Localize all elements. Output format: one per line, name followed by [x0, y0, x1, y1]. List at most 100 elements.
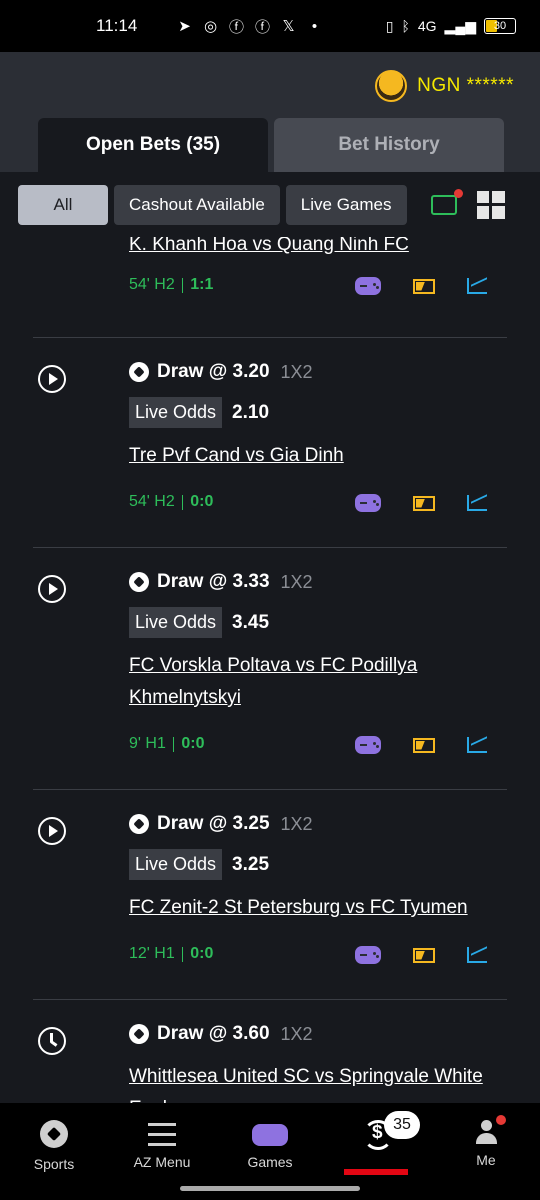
notification-icons: ➤ ◎ ⓕ ⓕ 𝕏 • [176, 17, 323, 36]
soccer-ball-icon [129, 814, 149, 834]
selection-row: Draw @ 3.33 1X2 [129, 571, 313, 593]
live-odds-value: 3.25 [232, 853, 270, 875]
gamepad-icon[interactable] [355, 277, 381, 295]
match-score: 0:0 [181, 735, 205, 752]
live-odds-label: Live Odds [129, 607, 223, 638]
soccer-ball-icon [129, 362, 149, 382]
live-odds-row: Live Odds 2.10 [129, 397, 269, 428]
gamepad-icon[interactable] [355, 494, 381, 512]
gamepad-icon[interactable] [355, 736, 381, 754]
match-minute: 54' H2 [129, 276, 175, 293]
nav-me[interactable]: Me [432, 1103, 540, 1178]
bet-card[interactable]: Draw @ 3.25 1X2 Live Odds 3.25 FC Zenit-… [33, 790, 507, 1000]
soccer-ball-icon [129, 1024, 149, 1044]
match-timer: 12' H1 0:0 [129, 945, 213, 963]
match-minute: 54' H2 [129, 493, 175, 510]
status-bar: 11:14 ➤ ◎ ⓕ ⓕ 𝕏 • ▯ ᛒ 4G ▂▄▆ 30 [0, 0, 540, 52]
stats-chart-icon[interactable] [467, 278, 487, 294]
live-tv-icon[interactable] [413, 737, 435, 753]
filter-bar: All Cashout Available Live Games [0, 172, 540, 237]
soccer-ball-icon [40, 1120, 68, 1148]
live-tv-icon[interactable] [413, 495, 435, 511]
live-odds-label: Live Odds [129, 397, 223, 428]
open-bets-count-badge: 35 [384, 1111, 420, 1139]
selection-row: Draw @ 3.25 1X2 [129, 813, 313, 835]
filter-live-games[interactable]: Live Games [285, 184, 407, 225]
selection: Draw @ 3.25 [157, 813, 270, 834]
match-link[interactable]: FC Zenit-2 St Petersburg vs FC Tyumen [129, 892, 499, 924]
play-icon[interactable] [38, 365, 66, 393]
match-link[interactable]: FC Vorskla Poltava vs FC Podillya Khmeln… [129, 650, 499, 714]
stats-chart-icon[interactable] [467, 495, 487, 511]
tab-bet-history[interactable]: Bet History [274, 118, 504, 172]
facebook-icon: ⓕ [228, 18, 244, 36]
clock-icon[interactable] [38, 1027, 66, 1055]
tab-open-bets[interactable]: Open Bets (35) [38, 118, 268, 172]
account-summary[interactable]: NGN ****** [375, 70, 514, 102]
soccer-ball-icon [129, 572, 149, 592]
nav-open-bets[interactable]: 35 [324, 1103, 432, 1178]
selection-row: Draw @ 3.20 1X2 [129, 361, 313, 383]
home-indicator[interactable] [180, 1186, 360, 1191]
selection-row: Draw @ 3.60 1X2 [129, 1023, 313, 1045]
gamepad-icon[interactable] [355, 946, 381, 964]
chat-icon[interactable] [430, 188, 463, 219]
bet-actions [355, 946, 487, 964]
filter-all[interactable]: All [18, 184, 108, 225]
grid-view-icon[interactable] [476, 190, 505, 219]
selection: Draw @ 3.33 [157, 571, 270, 592]
match-minute: 12' H1 [129, 945, 175, 962]
live-odds-value: 3.45 [232, 611, 270, 633]
nav-me-label: Me [476, 1152, 496, 1168]
header: NGN ****** Open Bets (35) Bet History Al… [0, 52, 540, 237]
bet-card[interactable]: Draw @ 3.33 1X2 Live Odds 3.45 FC Vorskl… [33, 548, 507, 790]
play-icon[interactable] [38, 575, 66, 603]
bet-card[interactable]: K. Khanh Hoa vs Quang Ninh FC 54' H2 1:1 [33, 237, 507, 338]
market: 1X2 [280, 571, 313, 592]
currency: NGN [417, 75, 461, 96]
nav-az-menu-label: AZ Menu [133, 1154, 191, 1170]
stats-chart-icon[interactable] [467, 737, 487, 753]
match-link[interactable]: Whittlesea United SC vs Springvale White… [129, 1061, 499, 1103]
bet-actions [355, 277, 487, 295]
more-dot-icon: • [311, 17, 318, 35]
bets-list[interactable]: K. Khanh Hoa vs Quang Ninh FC 54' H2 1:1… [0, 237, 540, 1103]
live-tv-icon[interactable] [413, 278, 435, 294]
play-icon[interactable] [38, 817, 66, 845]
battery-icon: 30 [484, 18, 516, 34]
selection: Draw @ 3.60 [157, 1023, 270, 1044]
vibrate-icon: ▯ [385, 17, 394, 34]
bet-card[interactable]: Draw @ 3.20 1X2 Live Odds 2.10 Tre Pvf C… [33, 338, 507, 548]
market: 1X2 [280, 1023, 313, 1044]
match-score: 0:0 [190, 945, 214, 962]
market: 1X2 [280, 813, 313, 834]
nav-sports[interactable]: Sports [0, 1103, 108, 1178]
market: 1X2 [280, 361, 313, 382]
live-odds-value: 2.10 [232, 401, 270, 423]
live-odds-row: Live Odds 3.25 [129, 849, 269, 880]
bet-card[interactable]: Draw @ 3.60 1X2 Whittlesea United SC vs … [33, 1000, 507, 1103]
nav-az-menu[interactable]: AZ Menu [108, 1103, 216, 1178]
status-time: 11:14 [96, 16, 138, 35]
gamepad-icon [252, 1124, 288, 1146]
match-link[interactable]: Tre Pvf Cand vs Gia Dinh [129, 440, 499, 472]
nav-games[interactable]: Games [216, 1103, 324, 1178]
bet-tabs: Open Bets (35) Bet History [38, 118, 504, 172]
balance[interactable]: NGN ****** [417, 75, 514, 97]
nav-sports-label: Sports [33, 1156, 75, 1172]
facebook-icon: ⓕ [254, 18, 270, 36]
match-minute: 9' H1 [129, 735, 166, 752]
nav-games-label: Games [247, 1154, 293, 1170]
match-score: 0:0 [190, 493, 214, 510]
bluetooth-icon: ᛒ [401, 18, 410, 34]
live-tv-icon[interactable] [413, 947, 435, 963]
system-icons: ▯ ᛒ 4G ▂▄▆ 30 [386, 18, 516, 35]
bet-actions [355, 494, 487, 512]
live-odds-label: Live Odds [129, 849, 223, 880]
avatar[interactable] [375, 70, 408, 102]
stats-chart-icon[interactable] [467, 947, 487, 963]
balance-masked: ****** [466, 75, 514, 96]
instagram-icon: ◎ [203, 18, 218, 35]
filter-cashout[interactable]: Cashout Available [114, 184, 280, 225]
match-link[interactable]: K. Khanh Hoa vs Quang Ninh FC [129, 237, 499, 261]
